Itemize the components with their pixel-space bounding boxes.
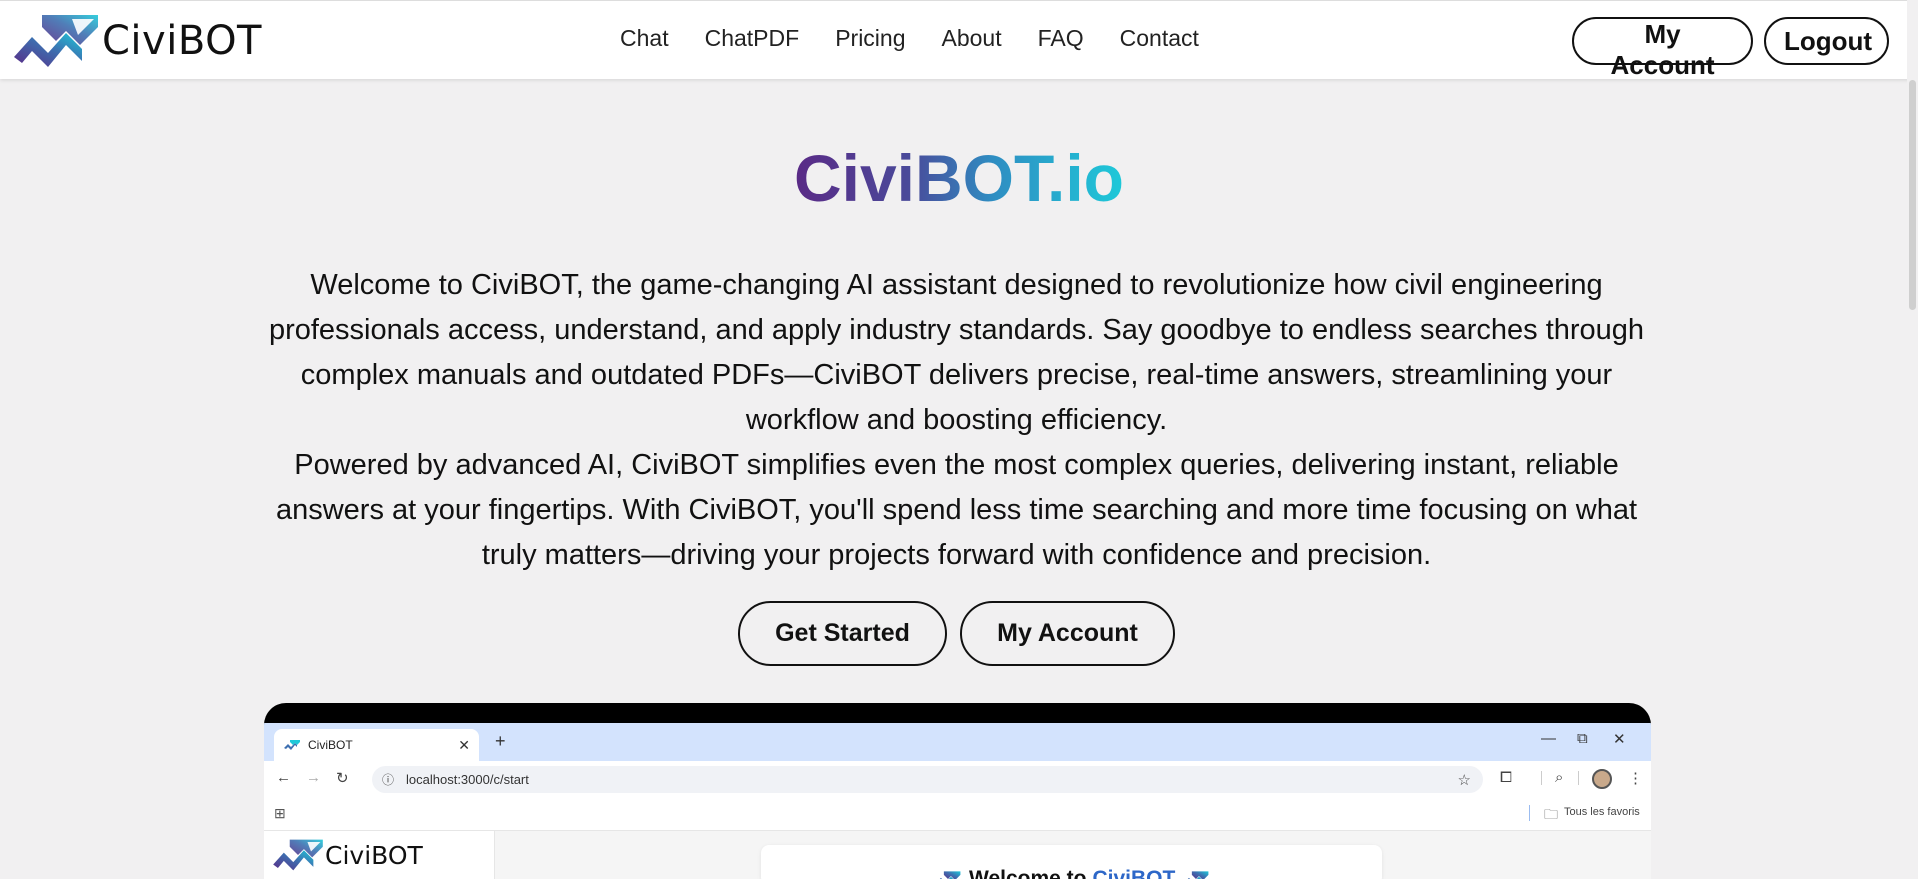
nav-faq[interactable]: FAQ bbox=[1038, 25, 1084, 52]
preview-welcome-card: Welcome to CiviBOT bbox=[761, 845, 1382, 879]
preview-tab-title: CiviBOT bbox=[308, 738, 353, 752]
civibot-favicon-icon bbox=[284, 740, 300, 750]
nav-chatpdf[interactable]: ChatPDF bbox=[705, 25, 800, 52]
top-header: CiviBOT Chat ChatPDF Pricing About FAQ C… bbox=[0, 0, 1918, 80]
main-nav: Chat ChatPDF Pricing About FAQ Contact bbox=[620, 25, 1235, 52]
intro-paragraph-1: Welcome to CiviBOT, the game-changing AI… bbox=[268, 269, 1645, 436]
apps-grid-icon: ⊞ bbox=[274, 805, 286, 821]
logo-text: CiviBOT bbox=[102, 18, 262, 64]
civibot-logo-icon bbox=[14, 15, 98, 67]
avatar bbox=[1592, 769, 1612, 789]
nav-about[interactable]: About bbox=[942, 25, 1002, 52]
preview-welcome-brand: CiviBOT bbox=[1092, 867, 1176, 879]
civibot-logo-icon bbox=[273, 839, 323, 871]
preview-page-content: CiviBOT Welcome to CiviBOT bbox=[264, 831, 1651, 879]
civibot-logo-icon bbox=[939, 871, 961, 879]
forward-arrow-icon: → bbox=[306, 769, 321, 786]
plus-icon: + bbox=[495, 731, 506, 751]
hero-my-account-button[interactable]: My Account bbox=[960, 601, 1175, 666]
preview-welcome-prefix: Welcome to bbox=[969, 867, 1087, 879]
restore-icon: ⧉ bbox=[1577, 730, 1588, 747]
toolbar-divider-2 bbox=[1578, 771, 1579, 785]
preview-toolbar: ← → ↻ ⓘ localhost:3000/c/start ☆ ⧠ ⌕ ⋮ bbox=[264, 761, 1651, 797]
intro-paragraph-2: Powered by advanced AI, CiviBOT simplifi… bbox=[275, 449, 1638, 571]
preview-bookmarks-bar: ⊞ 🗀 Tous les favoris bbox=[264, 797, 1651, 831]
toolbar-divider bbox=[1541, 771, 1542, 785]
search-labs-icon: ⌕ bbox=[1555, 769, 1564, 786]
preview-address-bar: ⓘ localhost:3000/c/start ☆ bbox=[372, 766, 1483, 793]
preview-tab: CiviBOT ✕ bbox=[274, 729, 479, 761]
preview-sidebar: CiviBOT bbox=[264, 831, 495, 879]
bookmarks-label: Tous les favoris bbox=[1564, 806, 1640, 818]
bookmarks-separator bbox=[1529, 805, 1530, 821]
window-close-icon: ✕ bbox=[1613, 731, 1626, 748]
minimize-icon: — bbox=[1541, 730, 1556, 747]
info-icon: ⓘ bbox=[382, 773, 395, 787]
hero-title: CiviBOT.io bbox=[793, 141, 1125, 215]
intro-text: Welcome to CiviBOT, the game-changing AI… bbox=[250, 263, 1663, 578]
preview-url: localhost:3000/c/start bbox=[406, 772, 529, 787]
extensions-icon: ⧠ bbox=[1500, 769, 1513, 786]
civibot-logo-icon bbox=[1188, 871, 1209, 879]
get-started-button[interactable]: Get Started bbox=[738, 601, 947, 666]
nav-chat[interactable]: Chat bbox=[620, 25, 669, 52]
star-icon: ☆ bbox=[1457, 771, 1471, 789]
close-icon: ✕ bbox=[458, 736, 470, 753]
folder-icon: 🗀 bbox=[1544, 806, 1558, 822]
nav-pricing[interactable]: Pricing bbox=[835, 25, 905, 52]
logout-button[interactable]: Logout bbox=[1764, 17, 1889, 65]
nav-contact[interactable]: Contact bbox=[1120, 25, 1199, 52]
reload-icon: ↻ bbox=[336, 770, 349, 787]
site-logo[interactable]: CiviBOT bbox=[12, 11, 262, 71]
my-account-button[interactable]: My Account bbox=[1572, 17, 1753, 80]
more-vert-icon: ⋮ bbox=[1628, 770, 1643, 787]
preview-tab-bar: CiviBOT ✕ + — ⧉ ✕ bbox=[264, 723, 1651, 761]
page-scrollbar[interactable] bbox=[1907, 0, 1918, 879]
back-arrow-icon: ← bbox=[276, 769, 291, 786]
preview-sidebar-logo-text: CiviBOT bbox=[325, 840, 423, 870]
preview-sidebar-logo: CiviBOT bbox=[272, 837, 423, 873]
preview-welcome-heading: Welcome to CiviBOT bbox=[927, 867, 1217, 879]
scrollbar-thumb[interactable] bbox=[1909, 80, 1916, 310]
app-preview-screenshot: CiviBOT ✕ + — ⧉ ✕ ← → ↻ ⓘ localhost:3000… bbox=[264, 703, 1651, 879]
